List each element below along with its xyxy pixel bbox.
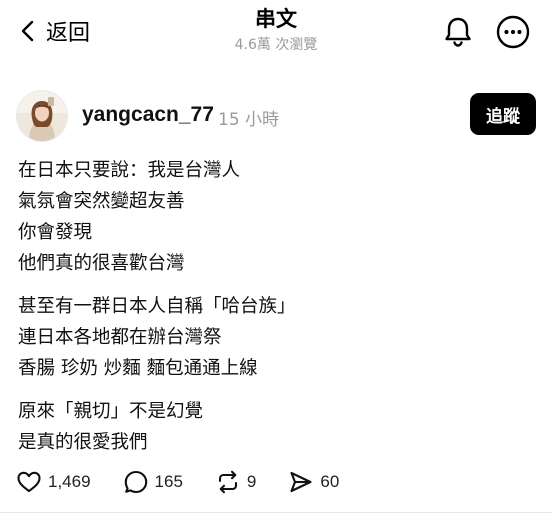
- avatar-image: [17, 91, 67, 141]
- text-line: 你會發現: [18, 222, 93, 243]
- divider: [0, 512, 552, 513]
- send-icon: [290, 471, 312, 493]
- text-line: 他們真的很喜歡台灣: [18, 253, 185, 274]
- paragraph: 甚至有一群日本人自稱「哈台族」 連日本各地都在辦台灣祭 香腸 珍奶 炒麵 麵包通…: [18, 291, 538, 384]
- comment-button[interactable]: 165: [123, 469, 183, 495]
- text-line: 原來「親切」不是幻覺: [18, 401, 204, 422]
- comment-bubble-icon: [124, 470, 147, 494]
- share-count: 60: [320, 472, 340, 491]
- post-text: 在日本只要說：我是台灣人 氣氛會突然變超友善 你會發現 他們真的很喜歡台灣 甚至…: [18, 155, 538, 470]
- share-button[interactable]: 60: [288, 469, 339, 495]
- heart-icon: [17, 471, 41, 493]
- text-line: 氣氛會突然變超友善: [18, 191, 185, 212]
- comment-count: 165: [154, 472, 183, 491]
- paragraph: 在日本只要說：我是台灣人 氣氛會突然變超友善 你會發現 他們真的很喜歡台灣: [18, 155, 538, 279]
- notifications-button[interactable]: [440, 14, 476, 50]
- text-line: 香腸 珍奶 炒麵 麵包通通上線: [18, 358, 258, 379]
- repost-count: 9: [246, 472, 257, 491]
- author-row: yangcacn_77 15 小時 追蹤: [16, 90, 536, 142]
- like-count: 1,469: [48, 472, 91, 491]
- more-horizontal-icon: [496, 15, 530, 49]
- text-line: 在日本只要說：我是台灣人: [18, 160, 241, 181]
- more-options-button[interactable]: [495, 14, 531, 50]
- avatar[interactable]: [16, 90, 68, 142]
- repost-icon: [218, 470, 237, 494]
- text-line: 甚至有一群日本人自稱「哈台族」: [18, 296, 296, 317]
- paragraph: 原來「親切」不是幻覺 是真的很愛我們: [18, 396, 538, 458]
- username[interactable]: yangcacn_77: [82, 103, 214, 127]
- text-line: 是真的很愛我們: [18, 432, 148, 453]
- post-timestamp: 15 小時: [218, 110, 280, 130]
- repost-button[interactable]: 9: [215, 469, 256, 495]
- like-button[interactable]: 1,469: [16, 469, 91, 495]
- post-actions: 1,469 165 9 60: [16, 466, 536, 498]
- follow-button[interactable]: 追蹤: [470, 93, 536, 135]
- top-bar: 返回 串文 4.6萬 次瀏覽: [0, 0, 552, 70]
- text-line: 連日本各地都在辦台灣祭: [18, 327, 222, 348]
- bell-icon: [445, 17, 471, 47]
